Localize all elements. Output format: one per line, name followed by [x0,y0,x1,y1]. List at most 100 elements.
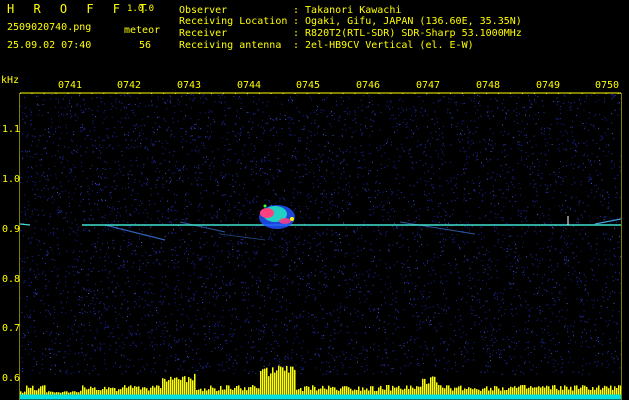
noise-pixel [393,118,395,120]
noise-pixel [399,235,401,237]
noise-pixel [171,222,173,224]
noise-pixel [543,112,545,114]
noise-pixel [419,160,421,161]
noise-pixel [79,296,81,298]
noise-pixel [201,178,203,180]
noise-pixel [396,194,398,196]
noise-pixel [562,362,564,364]
noise-pixel [166,180,168,182]
noise-pixel [388,250,390,252]
noise-pixel [83,288,85,290]
noise-pixel [170,209,172,211]
noise-pixel [264,172,266,174]
noise-pixel [243,261,245,263]
noise-pixel [167,211,169,213]
noise-pixel [43,243,45,244]
noise-pixel [241,212,243,214]
noise-pixel [409,184,411,186]
noise-pixel [333,164,335,166]
noise-pixel [346,201,348,203]
noise-pixel [284,357,286,359]
noise-pixel [85,151,87,153]
noise-pixel [200,247,202,249]
noise-pixel [279,246,281,248]
noise-pixel [123,106,125,108]
noise-pixel [297,194,299,196]
noise-pixel [212,206,214,208]
noise-pixel [295,236,297,238]
noise-pixel [278,171,280,173]
noise-pixel [112,148,114,150]
noise-pixel [224,194,226,196]
noise-pixel [214,243,216,245]
noise-pixel [457,198,458,199]
noise-pixel [279,358,281,360]
noise-pixel [545,192,547,194]
noise-pixel [504,149,506,151]
noise-pixel [360,123,362,125]
noise-pixel [54,311,56,313]
noise-pixel [252,101,254,103]
noise-pixel [325,326,327,328]
noise-pixel [554,249,556,251]
noise-pixel [110,281,112,283]
noise-pixel [127,94,129,96]
noise-pixel [123,166,125,168]
noise-pixel [319,156,321,158]
noise-pixel [437,101,439,103]
noise-pixel [168,343,170,345]
noise-pixel [403,342,405,344]
noise-pixel [299,140,301,142]
noise-pixel [465,361,467,363]
noise-pixel [124,344,126,346]
noise-pixel [467,285,469,287]
noise-pixel [566,260,568,262]
noise-pixel [169,182,171,184]
noise-pixel [196,183,198,185]
noise-pixel [479,217,481,219]
noise-pixel [528,314,530,316]
noise-pixel [31,166,32,168]
noise-pixel [466,156,468,157]
noise-pixel [437,153,439,155]
noise-pixel [486,318,488,319]
noise-pixel [455,104,457,106]
noise-pixel [328,352,330,354]
noise-pixel [546,189,547,191]
noise-pixel [208,138,210,140]
noise-pixel [481,226,483,228]
noise-pixel [537,96,539,97]
noise-pixel [100,344,102,346]
noise-pixel [242,154,244,156]
noise-pixel [281,164,283,166]
noise-pixel [420,228,422,230]
noise-pixel [340,150,342,152]
noise-pixel [557,148,559,150]
noise-pixel [188,287,189,289]
noise-pixel [104,260,106,262]
noise-pixel [315,316,317,318]
noise-pixel [154,362,156,364]
noise-pixel [170,249,172,251]
noise-pixel [99,317,101,319]
noise-pixel [299,176,301,178]
noise-pixel [270,130,271,132]
noise-pixel [104,217,106,219]
noise-pixel [189,305,191,307]
noise-pixel [125,365,127,367]
noise-pixel [255,283,257,284]
noise-pixel [401,147,403,149]
noise-pixel [343,152,345,154]
noise-pixel [605,155,607,157]
noise-pixel [418,219,420,221]
noise-pixel [307,275,309,277]
noise-pixel [564,95,566,97]
noise-pixel [175,255,177,257]
noise-pixel [370,152,372,154]
noise-pixel [473,352,475,354]
noise-pixel [104,186,106,188]
noise-pixel [246,287,248,289]
noise-pixel [170,346,172,347]
noise-pixel [78,256,80,257]
noise-pixel [268,237,270,239]
